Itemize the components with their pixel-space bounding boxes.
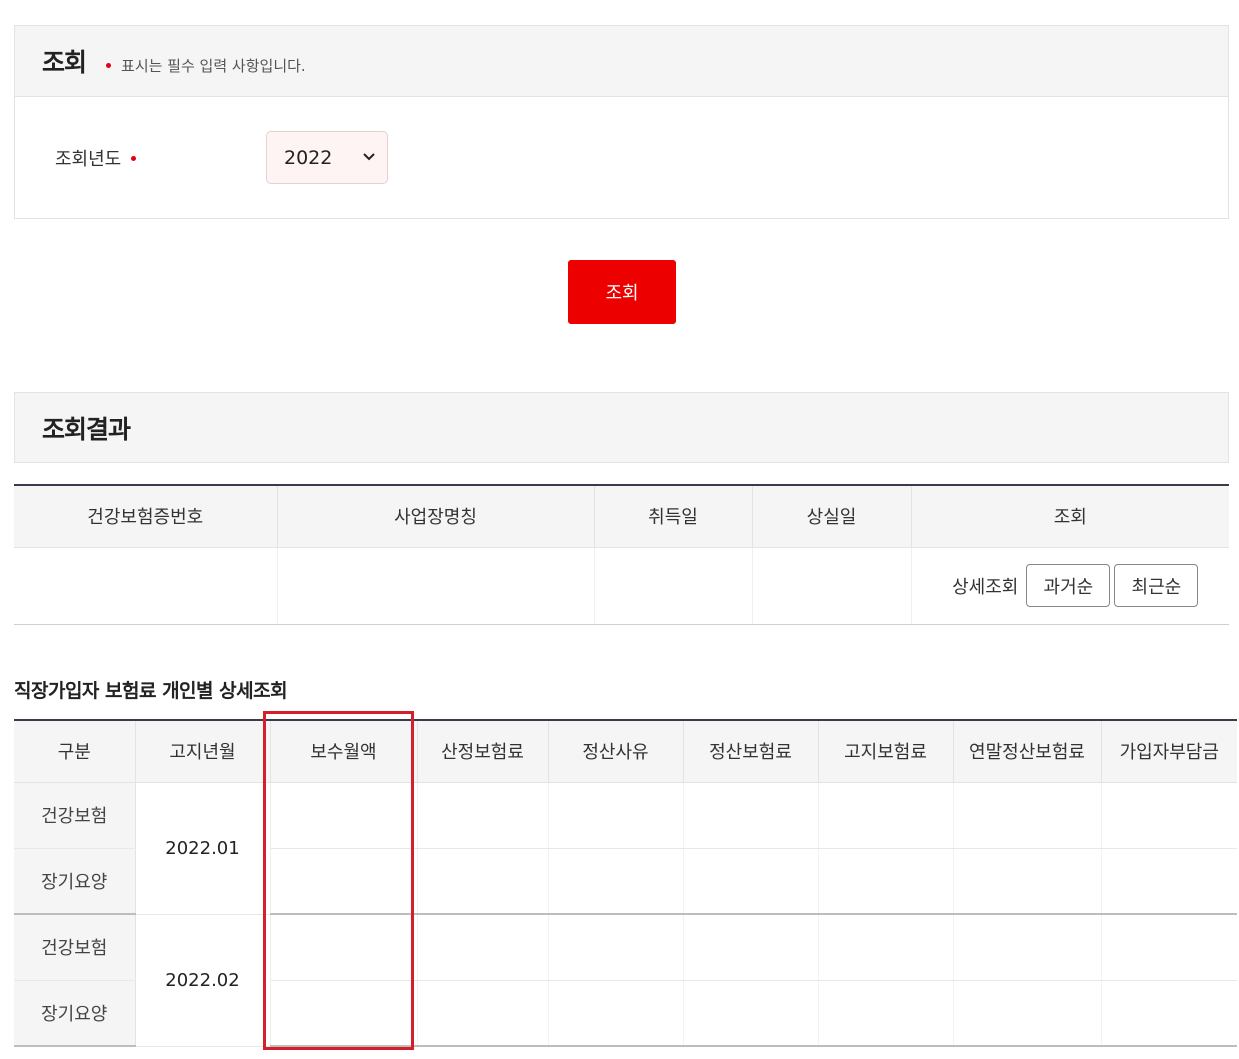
cell-card-number <box>14 547 278 625</box>
result-header: 조회결과 <box>14 392 1229 463</box>
required-dot-icon <box>106 62 112 68</box>
detail-lookup-label: 상세조회 <box>952 576 1019 598</box>
search-body: 조회년도 2022 <box>15 97 1228 218</box>
cell-lookup: 상세조회 과거순 최근순 <box>911 547 1229 625</box>
search-panel: 조회 표시는 필수 입력 사항입니다. 조회년도 2022 <box>14 25 1229 219</box>
detail-section-title: 직장가입자 보험료 개인별 상세조회 <box>14 680 288 702</box>
cell-monthly-pay <box>270 980 418 1047</box>
cell-calc-premium <box>417 782 549 849</box>
table-header-row: 구분 고지년월 보수월액 산정보험료 정산사유 정산보험료 고지보험료 연말정산… <box>14 720 1237 783</box>
year-select-value: 2022 <box>284 146 333 169</box>
table-header-row: 건강보험증번호 사업장명칭 취득일 상실일 조회 <box>14 485 1229 548</box>
col-header: 연말정산보험료 <box>953 720 1102 783</box>
cell-acquire-date <box>594 547 753 625</box>
col-header: 정산사유 <box>548 720 684 783</box>
col-header: 가입자부담금 <box>1101 720 1237 783</box>
required-note-text: 표시는 필수 입력 사항입니다. <box>121 56 306 75</box>
cell-yearend-premium <box>953 848 1102 915</box>
col-header: 구분 <box>14 720 136 783</box>
sort-past-button[interactable]: 과거순 <box>1026 564 1111 607</box>
table-row: 건강보험 2022.01 <box>14 782 1237 915</box>
cell-settle-premium <box>683 848 819 915</box>
cell-period: 2022.01 <box>135 782 271 915</box>
cell-settle-reason <box>548 848 684 915</box>
cell-yearend-premium <box>953 914 1102 981</box>
cell-member-share <box>1101 980 1237 1047</box>
table-row: 상세조회 과거순 최근순 <box>14 547 1229 625</box>
cell-calc-premium <box>417 848 549 915</box>
chevron-down-icon <box>363 150 375 165</box>
cell-kind: 건강보험 <box>14 782 136 849</box>
cell-yearend-premium <box>953 782 1102 849</box>
col-header: 보수월액 <box>270 720 418 783</box>
cell-calc-premium <box>417 914 549 981</box>
col-header: 사업장명칭 <box>277 485 595 548</box>
col-header: 산정보험료 <box>417 720 549 783</box>
cell-kind: 건강보험 <box>14 914 136 981</box>
col-header: 취득일 <box>594 485 753 548</box>
cell-workplace-name <box>277 547 595 625</box>
insurance-summary-table: 건강보험증번호 사업장명칭 취득일 상실일 조회 상세조회 과거순 최근순 <box>14 484 1229 625</box>
cell-yearend-premium <box>953 980 1102 1047</box>
col-header: 상실일 <box>752 485 912 548</box>
required-note: 표시는 필수 입력 사항입니다. <box>106 55 306 76</box>
col-header: 건강보험증번호 <box>14 485 278 548</box>
sort-recent-button[interactable]: 최근순 <box>1114 564 1199 607</box>
premium-detail-table: 구분 고지년월 보수월액 산정보험료 정산사유 정산보험료 고지보험료 연말정산… <box>14 719 1237 1047</box>
required-dot-icon <box>131 155 137 161</box>
cell-calc-premium <box>417 980 549 1047</box>
cell-monthly-pay <box>270 848 418 915</box>
cell-notice-premium <box>818 782 954 849</box>
cell-member-share <box>1101 782 1237 849</box>
cell-notice-premium <box>818 848 954 915</box>
col-header: 고지년월 <box>135 720 271 783</box>
year-select[interactable]: 2022 <box>266 131 388 184</box>
cell-kind: 장기요양 <box>14 980 136 1047</box>
cell-notice-premium <box>818 980 954 1047</box>
col-header: 고지보험료 <box>818 720 954 783</box>
cell-monthly-pay <box>270 914 418 981</box>
result-title: 조회결과 <box>42 414 131 444</box>
cell-settle-premium <box>683 980 819 1047</box>
cell-settle-reason <box>548 782 684 849</box>
cell-member-share <box>1101 848 1237 915</box>
cell-loss-date <box>752 547 912 625</box>
cell-settle-reason <box>548 980 684 1047</box>
cell-monthly-pay <box>270 782 418 849</box>
cell-settle-premium <box>683 782 819 849</box>
cell-member-share <box>1101 914 1237 981</box>
table-row: 건강보험 2022.02 <box>14 914 1237 1047</box>
query-button[interactable]: 조회 <box>568 260 676 324</box>
col-header: 조회 <box>911 485 1229 548</box>
cell-period: 2022.02 <box>135 914 271 1047</box>
cell-notice-premium <box>818 914 954 981</box>
search-title: 조회 <box>42 48 87 77</box>
search-header: 조회 표시는 필수 입력 사항입니다. <box>15 26 1228 97</box>
year-label-text: 조회년도 <box>55 149 122 170</box>
cell-settle-reason <box>548 914 684 981</box>
cell-kind: 장기요양 <box>14 848 136 915</box>
cell-settle-premium <box>683 914 819 981</box>
col-header: 정산보험료 <box>683 720 819 783</box>
year-field-label: 조회년도 <box>55 145 137 171</box>
